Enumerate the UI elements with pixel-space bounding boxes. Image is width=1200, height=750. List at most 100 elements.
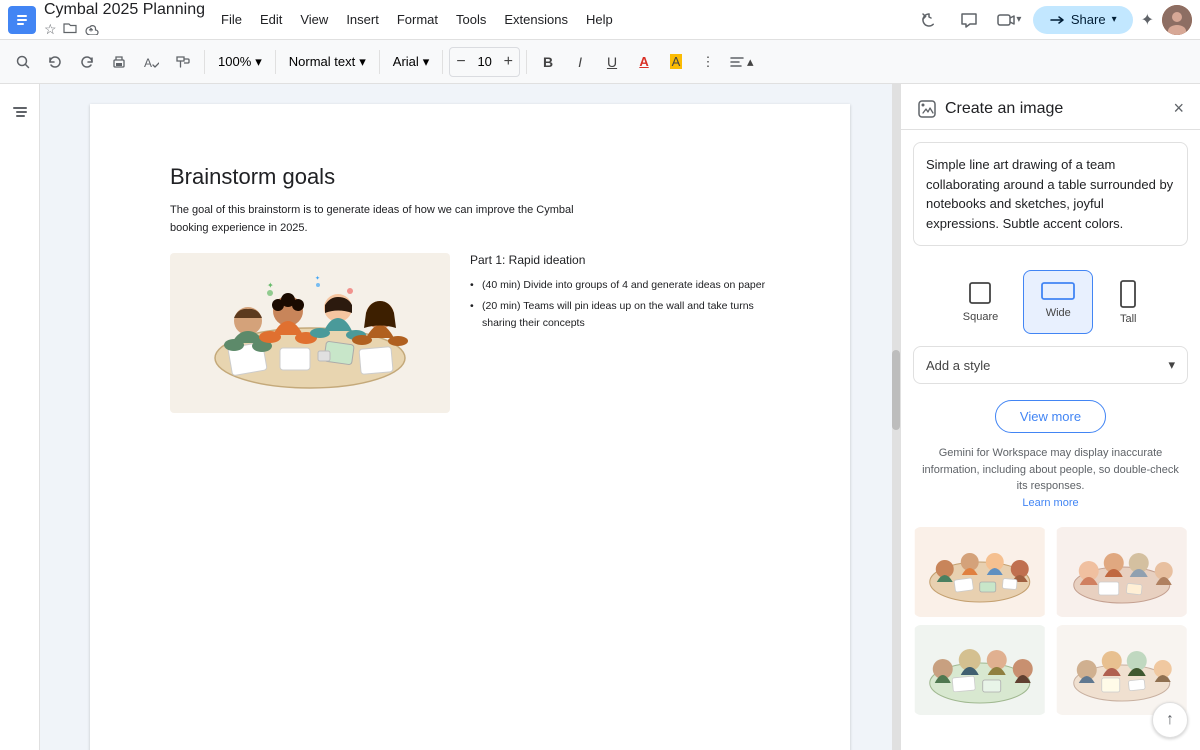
menu-view[interactable]: View — [292, 8, 336, 31]
part-title: Part 1: Rapid ideation — [470, 253, 770, 267]
history-button[interactable] — [913, 4, 945, 36]
bold-button[interactable]: B — [533, 47, 563, 77]
menu-edit[interactable]: Edit — [252, 8, 290, 31]
panel-close-button[interactable]: × — [1173, 98, 1184, 119]
style-chevron-icon — [1168, 357, 1175, 373]
image-thumb-3[interactable] — [913, 625, 1047, 715]
highlight-button[interactable]: A — [661, 47, 691, 77]
doc-paragraph: The goal of this brainstorm is to genera… — [170, 202, 770, 237]
left-sidebar — [0, 84, 40, 750]
square-icon — [966, 279, 994, 307]
doc-title[interactable]: Cymbal 2025 Planning — [44, 1, 205, 19]
font-size-area: − + — [449, 47, 520, 77]
undo-button[interactable] — [40, 47, 70, 77]
top-right: ▾ Share ▾ ✦ — [913, 4, 1192, 36]
menu-bar: File Edit View Insert Format Tools Exten… — [213, 8, 905, 31]
doc-area[interactable]: Brainstorm goals The goal of this brains… — [40, 84, 900, 750]
font-select[interactable]: Arial — [386, 47, 437, 77]
spellcheck-button[interactable]: A — [136, 47, 166, 77]
scroll-up-icon: ↑ — [1166, 711, 1174, 729]
text-color-button[interactable]: A — [629, 47, 659, 77]
right-panel: Create an image × Simple line art drawin… — [900, 84, 1200, 750]
divider-1 — [204, 50, 205, 74]
menu-file[interactable]: File — [213, 8, 250, 31]
docs-icon — [8, 6, 36, 34]
aspect-tall[interactable]: Tall — [1101, 270, 1155, 334]
share-button[interactable]: Share ▾ — [1033, 6, 1133, 34]
image-grid — [901, 519, 1200, 723]
zoom-value: 100% — [218, 54, 251, 69]
cloud-icon[interactable] — [83, 22, 99, 38]
share-label: Share — [1071, 12, 1106, 27]
main-area: Brainstorm goals The goal of this brains… — [0, 84, 1200, 750]
menu-tools[interactable]: Tools — [448, 8, 494, 31]
avatar[interactable] — [1162, 5, 1192, 35]
divider-2 — [275, 50, 276, 74]
style-placeholder: Add a style — [926, 358, 990, 373]
image-thumb-2[interactable] — [1055, 527, 1189, 617]
doc-heading: Brainstorm goals — [170, 164, 770, 190]
doc-title-icons: ☆ — [44, 21, 205, 38]
view-more-button[interactable]: View more — [995, 400, 1106, 433]
image-thumb-1[interactable] — [913, 527, 1047, 617]
toolbar-collapse-icon — [747, 54, 754, 70]
zoom-select[interactable]: 100% — [211, 47, 269, 77]
doc-content-row: ✦ ✦ Part 1: Rapid ideation (40 min) Divi… — [170, 253, 770, 413]
more-formatting[interactable]: ⋮ — [693, 47, 723, 77]
disclaimer-text: Gemini for Workspace may display inaccur… — [901, 441, 1200, 519]
text-style-select[interactable]: Normal text — [282, 47, 373, 77]
comments-button[interactable] — [953, 4, 985, 36]
menu-format[interactable]: Format — [389, 8, 446, 31]
star-icon[interactable]: ☆ — [44, 21, 57, 38]
divider-5 — [526, 50, 527, 74]
font-size-input[interactable] — [471, 54, 499, 69]
doc-title-area: Cymbal 2025 Planning ☆ — [44, 1, 205, 38]
folder-icon[interactable] — [63, 21, 77, 38]
bullet-item-1: (40 min) Divide into groups of 4 and gen… — [470, 277, 770, 294]
aspect-square[interactable]: Square — [946, 270, 1015, 334]
divider-4 — [442, 50, 443, 74]
font-size-increase[interactable]: + — [500, 53, 517, 71]
toolbar: A 100% Normal text Arial − + B I U A — [0, 40, 1200, 84]
scrollbar[interactable] — [892, 84, 900, 750]
svg-text:✦: ✦ — [315, 275, 320, 282]
doc-page: Brainstorm goals The goal of this brains… — [90, 104, 850, 750]
font-size-decrease[interactable]: − — [452, 53, 469, 71]
aspect-selector: Square Wide Tall — [901, 258, 1200, 338]
style-dropdown[interactable]: Add a style — [913, 346, 1188, 384]
text-style-value: Normal text — [289, 54, 355, 69]
panel-title: Create an image — [917, 99, 1063, 119]
top-bar: Cymbal 2025 Planning ☆ File Edit View In… — [0, 0, 1200, 40]
panel-header: Create an image × — [901, 84, 1200, 130]
aspect-wide[interactable]: Wide — [1023, 270, 1093, 334]
formatting-options[interactable] — [725, 47, 758, 77]
learn-more-link[interactable]: Learn more — [1022, 497, 1078, 509]
bullet-item-2: (20 min) Teams will pin ideas up on the … — [470, 298, 770, 332]
italic-button[interactable]: I — [565, 47, 595, 77]
tall-icon — [1118, 279, 1138, 309]
svg-text:✦: ✦ — [267, 281, 274, 290]
doc-right-text: Part 1: Rapid ideation (40 min) Divide i… — [470, 253, 770, 413]
meet-button[interactable]: ▾ — [993, 4, 1025, 36]
style-chevron — [359, 54, 366, 70]
font-value: Arial — [393, 54, 419, 69]
print-button[interactable] — [104, 47, 134, 77]
underline-button[interactable]: U — [597, 47, 627, 77]
bullet-list: (40 min) Divide into groups of 4 and gen… — [470, 277, 770, 331]
zoom-chevron — [255, 54, 262, 70]
search-button[interactable] — [8, 47, 38, 77]
divider-3 — [379, 50, 380, 74]
svg-text:A: A — [144, 56, 152, 70]
doc-image[interactable]: ✦ ✦ — [170, 253, 450, 413]
wide-icon — [1040, 279, 1076, 303]
paint-format-button[interactable] — [168, 47, 198, 77]
menu-extensions[interactable]: Extensions — [496, 8, 576, 31]
font-chevron — [423, 54, 430, 70]
outline-toggle[interactable] — [4, 96, 36, 128]
scroll-thumb[interactable] — [892, 350, 900, 430]
gemini-button[interactable]: ✦ — [1141, 10, 1154, 30]
redo-button[interactable] — [72, 47, 102, 77]
menu-help[interactable]: Help — [578, 8, 621, 31]
menu-insert[interactable]: Insert — [338, 8, 387, 31]
scroll-up-button[interactable]: ↑ — [1152, 702, 1188, 738]
